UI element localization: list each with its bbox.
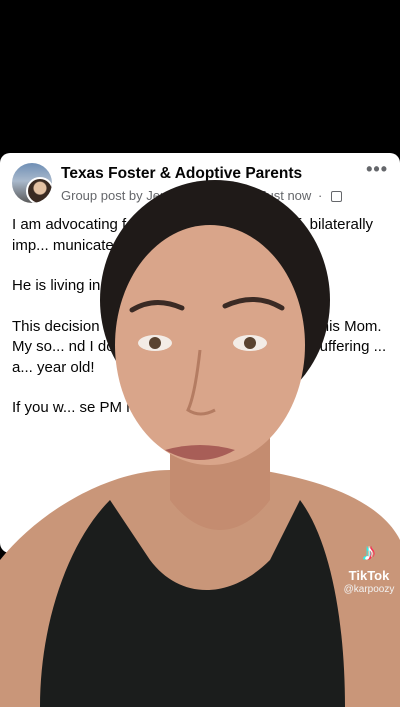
post-timestamp[interactable]: Just now bbox=[260, 188, 311, 203]
audience-icon bbox=[330, 191, 342, 203]
meta-prefix: Group post by bbox=[61, 188, 143, 203]
more-options-icon[interactable]: ••• bbox=[366, 159, 388, 180]
author-name-link[interactable]: Jennifer Ruppert bbox=[146, 188, 242, 203]
post-paragraph-2: He is living in t... nally adopted at ag… bbox=[12, 277, 265, 294]
facebook-post-card: Texas Foster & Adoptive Parents Group po… bbox=[0, 153, 400, 553]
post-paragraph-4: If you w... se PM me. bbox=[12, 399, 152, 416]
tiktok-logo-icon: ♪ bbox=[363, 539, 375, 566]
group-avatar[interactable] bbox=[12, 163, 52, 203]
meta-separator: · bbox=[249, 188, 254, 203]
author-avatar[interactable] bbox=[26, 177, 52, 203]
meta-separator-2: · bbox=[317, 188, 323, 203]
group-name-link[interactable]: Texas Foster & Adoptive Parents bbox=[61, 165, 302, 183]
tiktok-handle: @karpoozy bbox=[343, 584, 395, 595]
tiktok-brand-label: TikTok bbox=[348, 568, 390, 583]
tiktok-watermark: ♪ TikTok @karpoozy bbox=[336, 539, 400, 596]
post-meta: Group post by Jennifer Ruppert · Just no… bbox=[61, 188, 342, 203]
post-paragraph-1: I am advocating for a ... old boy who is… bbox=[12, 216, 374, 254]
post-paragraph-3: This decision ... ly. They reached out t… bbox=[12, 317, 387, 376]
post-body: I am advocating for a ... old boy who is… bbox=[12, 215, 390, 439]
